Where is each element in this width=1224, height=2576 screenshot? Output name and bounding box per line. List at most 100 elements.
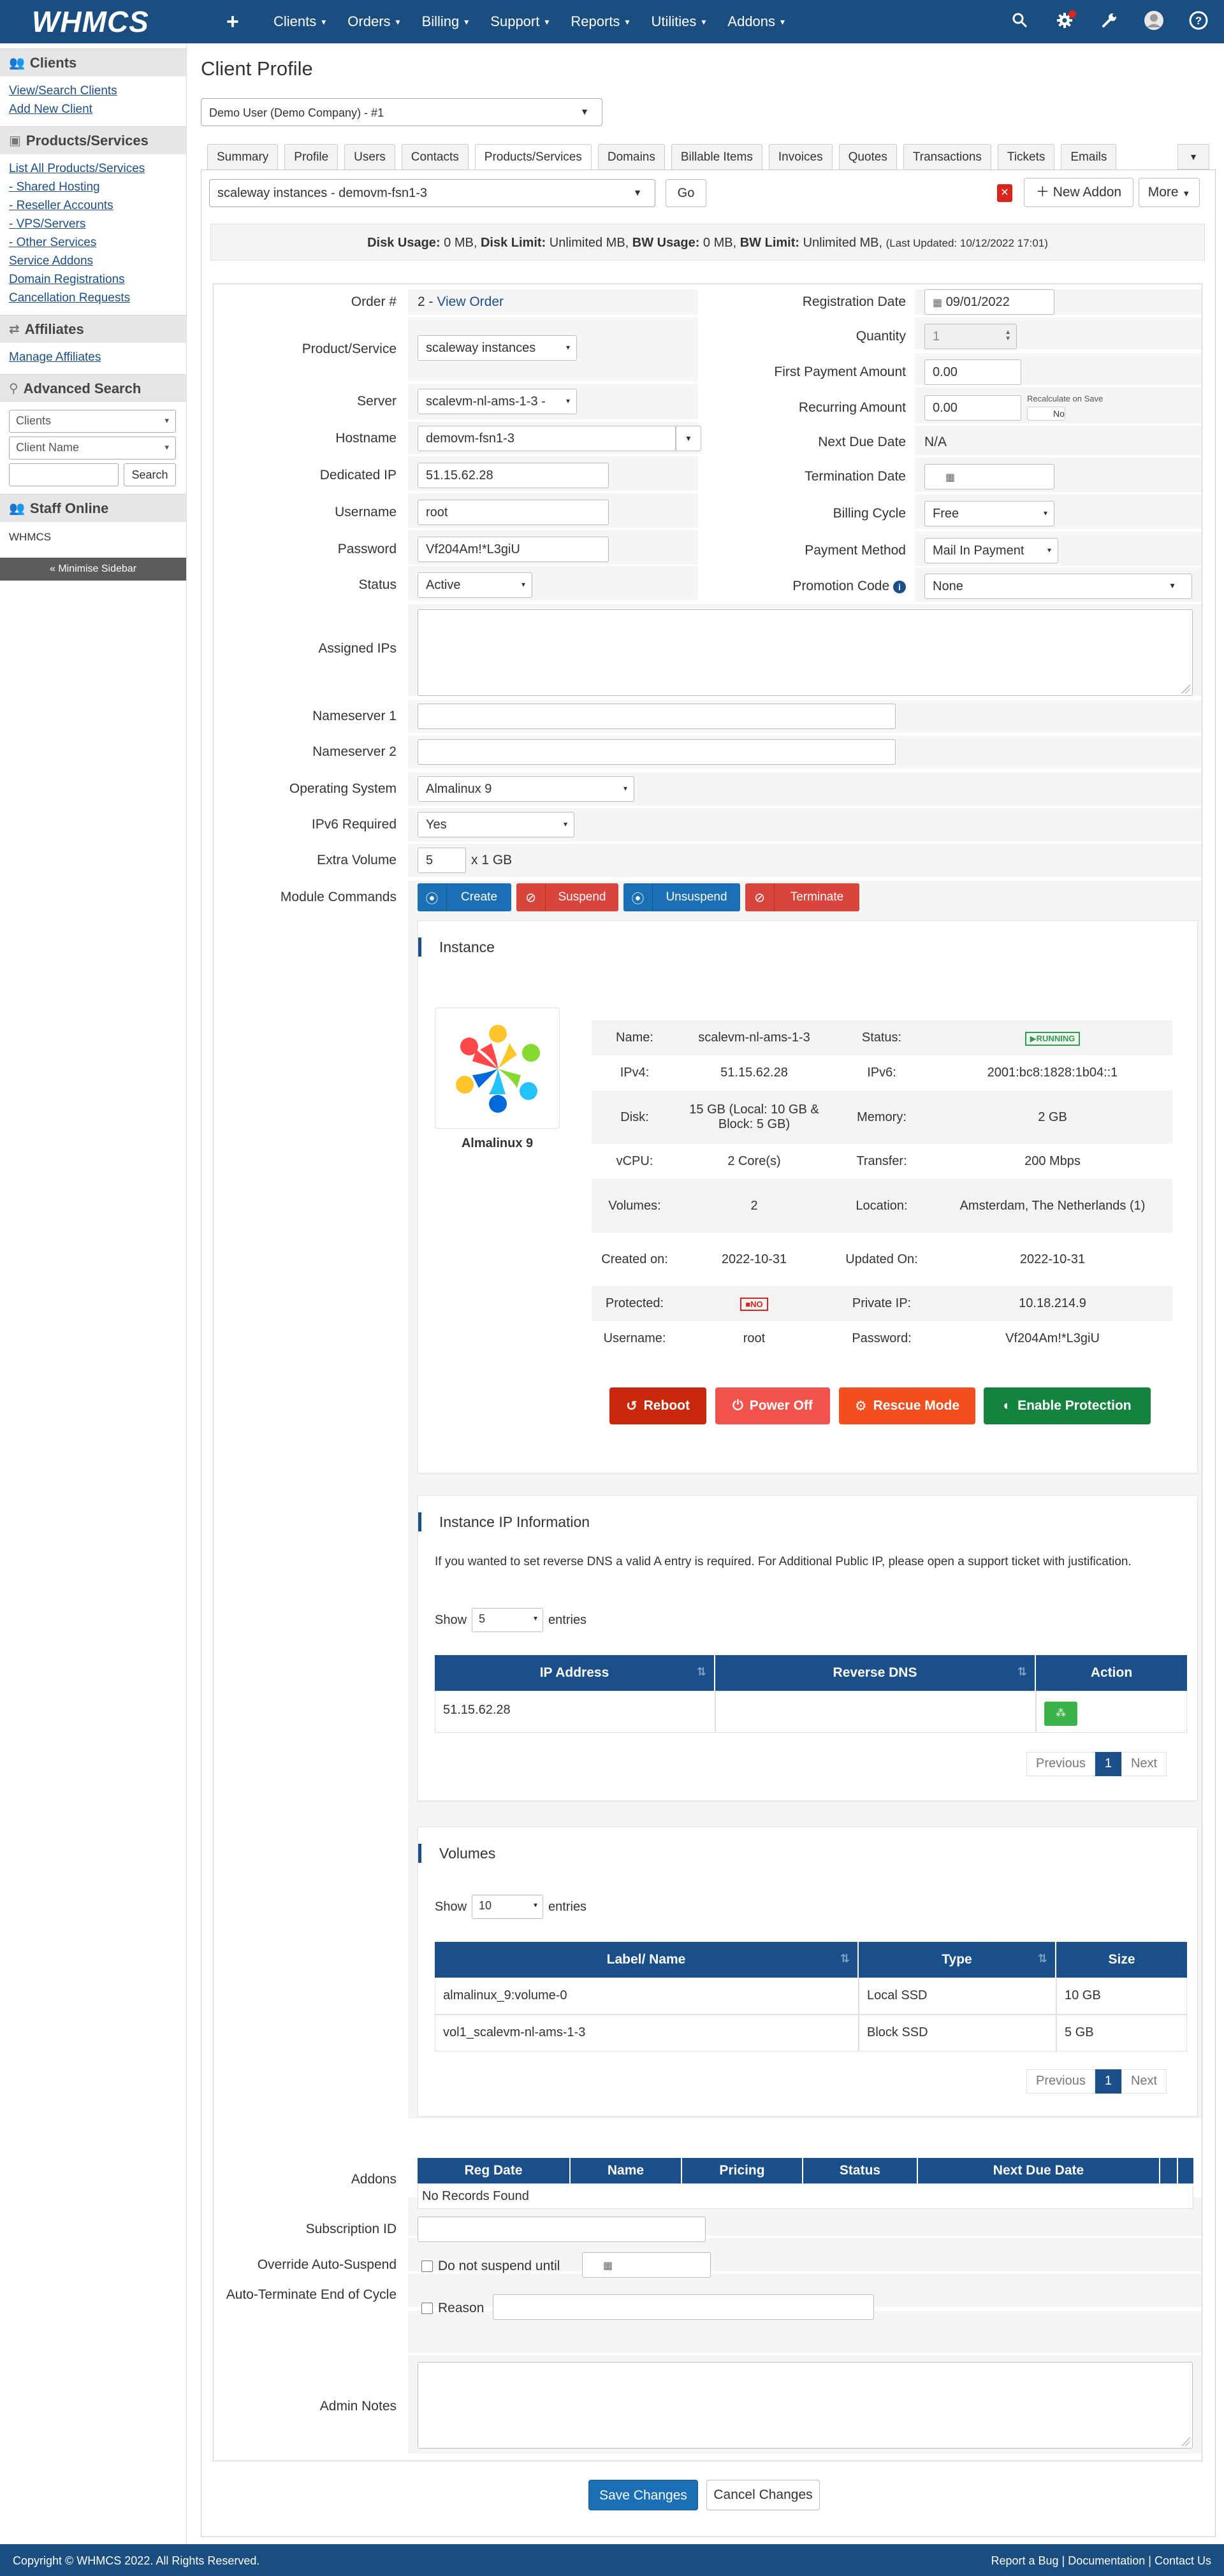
nameserver1-input[interactable] — [418, 704, 896, 729]
status-select[interactable]: Active ▾ — [418, 572, 532, 598]
server-select[interactable]: scalevm-nl-ams-1-3 - ▾ — [418, 389, 577, 414]
search-button[interactable]: Search — [124, 463, 176, 486]
sidebar-link-shared-hosting[interactable]: - Shared Hosting — [9, 178, 177, 196]
save-changes-button[interactable]: Save Changes — [588, 2480, 698, 2510]
reboot-button[interactable]: ↺ Reboot — [609, 1387, 706, 1424]
payment-method-select[interactable]: Mail In Payment ▾ — [924, 538, 1058, 563]
unsuspend-button[interactable]: ⦿ Unsuspend — [623, 883, 740, 911]
minimise-sidebar-button[interactable]: « Minimise Sidebar — [0, 558, 186, 581]
do-not-suspend-checkbox[interactable]: Do not suspend until — [421, 2259, 560, 2274]
wrench-icon[interactable] — [1096, 8, 1122, 33]
admin-notes-textarea[interactable] — [418, 2362, 1193, 2449]
nav-billing[interactable]: Billing ▾ — [422, 13, 469, 30]
sidebar-link-domain-registrations[interactable]: Domain Registrations — [9, 270, 177, 289]
sidebar-link-list-products[interactable]: List All Products/Services — [9, 159, 177, 178]
operating-system-select[interactable]: Almalinux 9 ▾ — [418, 776, 634, 802]
gear-alert-icon[interactable] — [1052, 8, 1077, 33]
col-type[interactable]: Type ⇅ — [859, 1942, 1056, 1978]
terminate-reason-input[interactable] — [493, 2294, 874, 2320]
search-icon[interactable] — [1007, 8, 1033, 33]
tab-transactions[interactable]: Transactions — [903, 144, 991, 170]
tabs-more-dropdown[interactable]: ▼ — [1177, 144, 1209, 170]
page-size-select[interactable]: 5 ▾ — [472, 1608, 544, 1632]
password-input[interactable]: Vf204Am!*L3giU — [418, 537, 609, 562]
previous-page-button[interactable]: Previous — [1026, 1752, 1095, 1776]
tab-emails[interactable]: Emails — [1061, 144, 1117, 170]
suspend-button[interactable]: ⊘ Suspend — [516, 883, 618, 911]
go-button[interactable]: Go — [666, 179, 706, 207]
terminate-button[interactable]: ⊘ Terminate — [745, 883, 859, 911]
page-1-button[interactable]: 1 — [1095, 1752, 1121, 1776]
nav-clients[interactable]: Clients ▾ — [273, 13, 326, 30]
footer-links[interactable]: Report a Bug | Documentation | Contact U… — [991, 2554, 1211, 2568]
tab-profile[interactable]: Profile — [284, 144, 339, 170]
tab-users[interactable]: Users — [344, 144, 395, 170]
recurring-amount-input[interactable]: 0.00 — [924, 395, 1021, 421]
nav-utilities[interactable]: Utilities ▾ — [651, 13, 706, 30]
nav-orders[interactable]: Orders ▾ — [347, 13, 400, 30]
cancel-changes-button[interactable]: Cancel Changes — [706, 2480, 820, 2510]
first-payment-input[interactable]: 0.00 — [924, 359, 1021, 385]
sitemap-icon[interactable]: ⁂ — [1044, 1702, 1077, 1726]
tab-products-services[interactable]: Products/Services — [474, 144, 592, 170]
user-icon[interactable] — [1141, 8, 1167, 33]
tab-domains[interactable]: Domains — [597, 144, 665, 170]
tab-invoices[interactable]: Invoices — [768, 144, 833, 170]
power-off-button[interactable]: ⏻ Power Off — [715, 1387, 830, 1424]
sidebar-link-reseller[interactable]: - Reseller Accounts — [9, 196, 177, 215]
hostname-dropdown-button[interactable]: ▼ — [676, 426, 701, 451]
termination-date-input[interactable]: ▦ — [924, 464, 1054, 489]
tab-quotes[interactable]: Quotes — [838, 144, 897, 170]
enable-protection-button[interactable]: ◐ Enable Protection — [984, 1387, 1151, 1424]
nameserver2-input[interactable] — [418, 739, 896, 765]
sidebar-link-cancellation-requests[interactable]: Cancellation Requests — [9, 289, 177, 307]
col-label-name[interactable]: Label/ Name ⇅ — [435, 1942, 859, 1978]
sidebar-link-add-new-client[interactable]: Add New Client — [9, 100, 177, 119]
assigned-ips-textarea[interactable] — [418, 609, 1193, 696]
delete-icon[interactable]: ✕ — [997, 184, 1012, 202]
ipv6-required-select[interactable]: Yes ▾ — [418, 812, 574, 837]
tab-billable-items[interactable]: Billable Items — [671, 144, 762, 170]
registration-date-input[interactable]: ▦ 09/01/2022 — [924, 289, 1054, 315]
sidebar-link-service-addons[interactable]: Service Addons — [9, 252, 177, 270]
col-reverse-dns[interactable]: Reverse DNS ⇅ — [715, 1655, 1036, 1691]
product-service-select[interactable]: scaleway instances ▾ — [418, 335, 577, 361]
tab-tickets[interactable]: Tickets — [997, 144, 1055, 170]
whmcs-logo[interactable]: WHMCS — [32, 4, 169, 39]
quick-add-button[interactable]: + — [226, 10, 252, 34]
subscription-id-input[interactable] — [418, 2217, 706, 2242]
sidebar-link-other[interactable]: - Other Services — [9, 233, 177, 252]
create-button[interactable]: ⦿ Create — [418, 883, 511, 911]
dedicated-ip-input[interactable]: 51.15.62.28 — [418, 463, 609, 488]
view-order-link[interactable]: View Order — [437, 294, 504, 309]
page-size-select[interactable]: 10 ▾ — [472, 1895, 544, 1919]
nav-support[interactable]: Support ▾ — [490, 13, 549, 30]
suspend-until-date-input[interactable]: ▦ — [582, 2252, 711, 2278]
tab-summary[interactable]: Summary — [207, 144, 279, 170]
recalculate-toggle[interactable]: No — [1027, 407, 1065, 421]
promotion-code-select[interactable]: None ▼ — [924, 574, 1192, 599]
tab-contacts[interactable]: Contacts — [401, 144, 469, 170]
nav-reports[interactable]: Reports ▾ — [571, 13, 629, 30]
new-addon-button[interactable]: ＋ New Addon — [1024, 178, 1133, 207]
service-select[interactable]: scaleway instances - demovm-fsn1-3 ▼ — [209, 179, 655, 207]
help-icon[interactable]: ? — [1186, 8, 1211, 33]
billing-cycle-select[interactable]: Free ▾ — [924, 501, 1054, 526]
auto-terminate-checkbox[interactable]: Reason — [421, 2301, 484, 2316]
client-select[interactable]: Demo User (Demo Company) - #1 ▼ — [201, 98, 602, 126]
nav-addons[interactable]: Addons ▾ — [727, 13, 785, 30]
rescue-mode-button[interactable]: ⚙ Rescue Mode — [839, 1387, 975, 1424]
col-size[interactable]: Size — [1056, 1942, 1187, 1978]
hostname-input[interactable]: demovm-fsn1-3 — [418, 426, 676, 451]
next-page-button[interactable]: Next — [1121, 1752, 1167, 1776]
quantity-stepper[interactable]: 1 ▲ ▼ — [924, 324, 1017, 349]
search-input[interactable] — [9, 463, 119, 486]
previous-page-button[interactable]: Previous — [1026, 2069, 1095, 2094]
username-input[interactable]: root — [418, 500, 609, 525]
col-ip-address[interactable]: IP Address ⇅ — [435, 1655, 715, 1691]
search-field-select[interactable]: Client Name ▾ — [9, 437, 176, 459]
extra-volume-input[interactable]: 5 — [418, 848, 466, 873]
search-type-select[interactable]: Clients ▾ — [9, 410, 176, 433]
page-1-button[interactable]: 1 — [1095, 2069, 1121, 2094]
more-dropdown-button[interactable]: More ▼ — [1139, 178, 1200, 207]
